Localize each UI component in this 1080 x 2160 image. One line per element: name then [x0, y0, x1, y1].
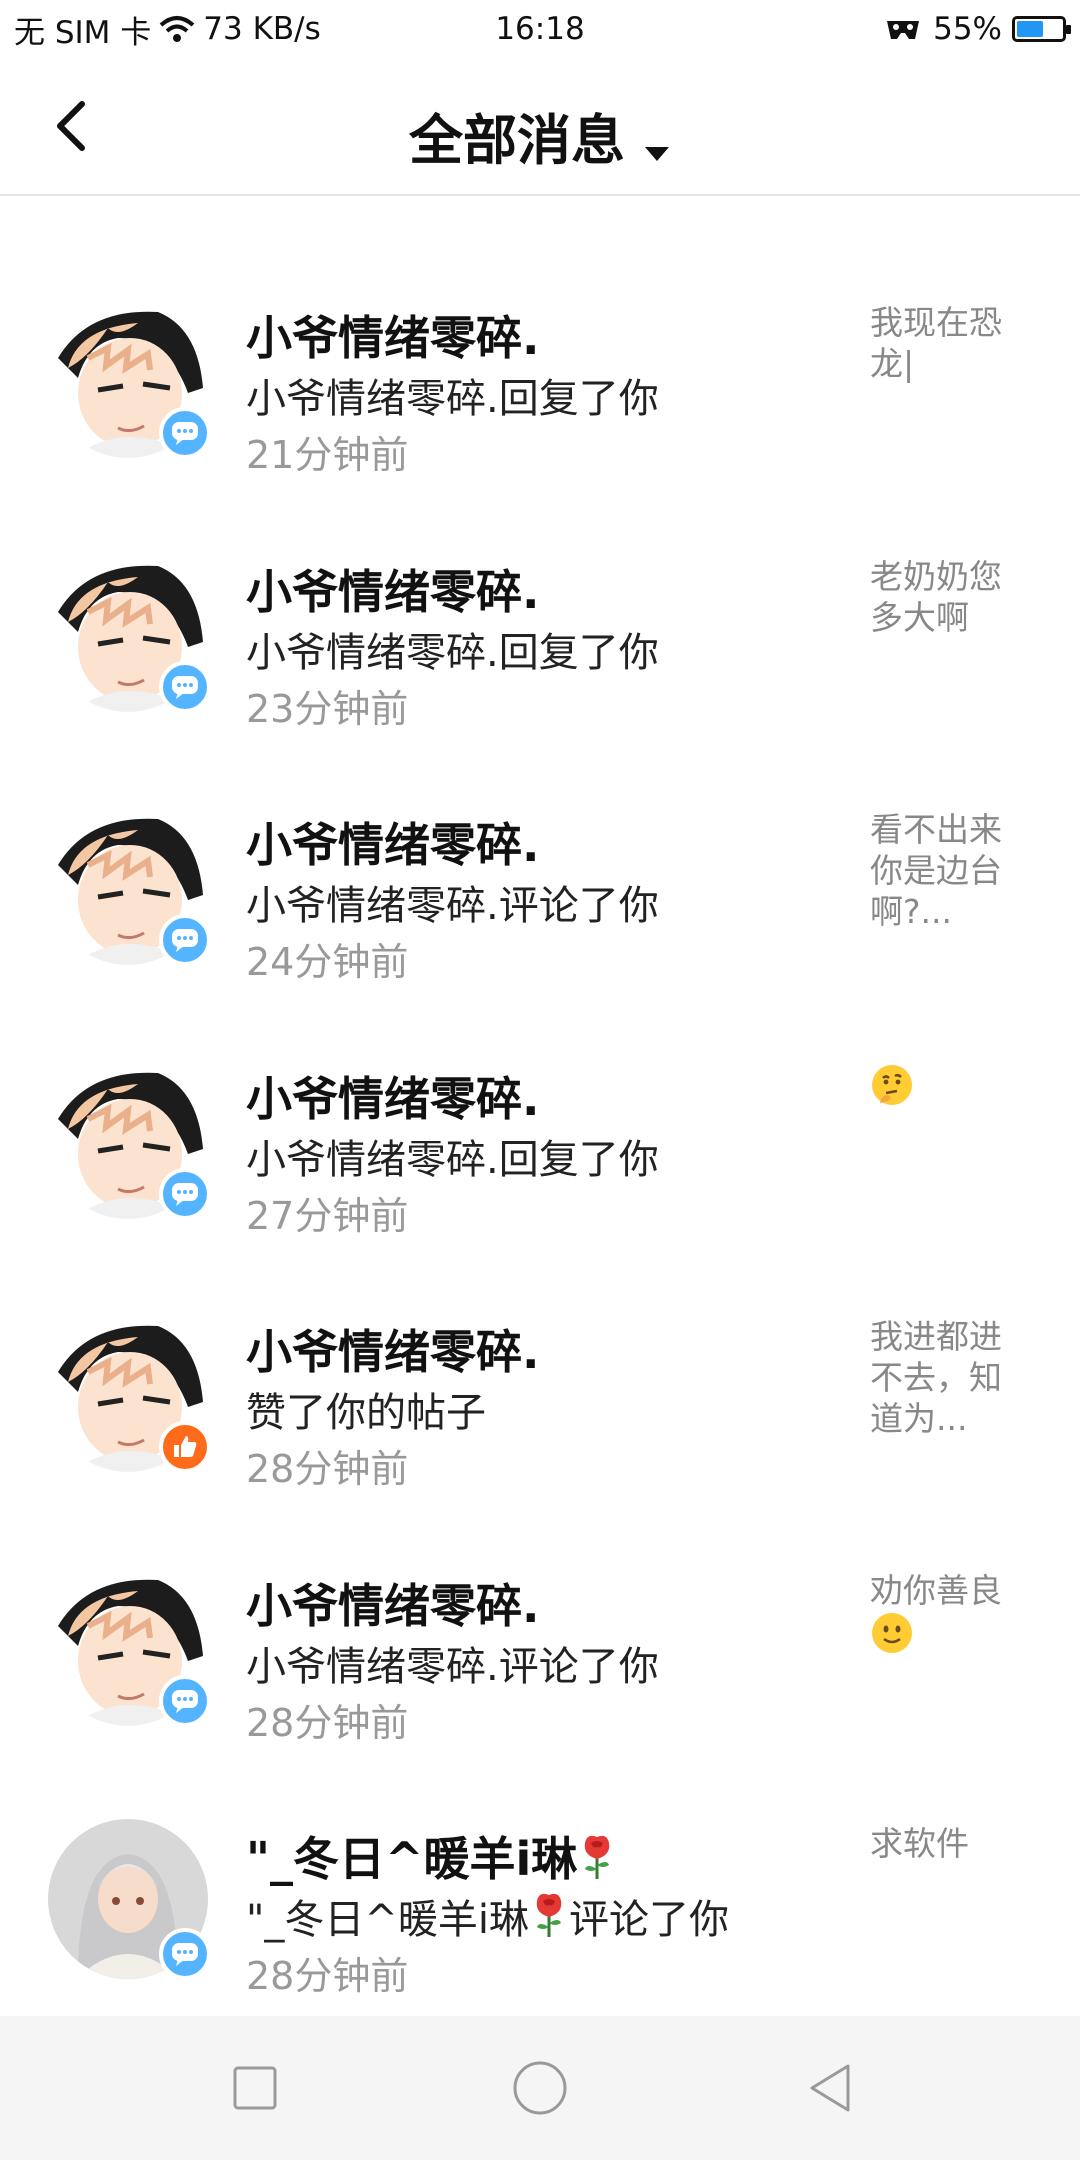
action-text: "_冬日^暖羊i琳 评论了你: [246, 1887, 729, 1945]
circle-icon: [513, 2061, 567, 2115]
battery-icon: [1012, 16, 1071, 42]
sender-name[interactable]: 小爷情绪零碎.: [246, 1316, 539, 1382]
system-back-button[interactable]: [800, 2058, 860, 2118]
content-preview: 我进都进不去，知道为...: [870, 1316, 1020, 1439]
clock-text: 16:18: [495, 11, 585, 47]
timestamp: 28分钟前: [246, 1954, 409, 1998]
sender-name-text: 小爷情绪零碎.: [246, 311, 540, 365]
comment-bubble-icon: [172, 1182, 198, 1206]
system-nav-bar: [0, 2016, 1080, 2160]
timestamp: 21分钟前: [246, 433, 409, 477]
content-preview: 劝你善良: [870, 1570, 1020, 1664]
message-item[interactable]: 小爷情绪零碎. 赞了你的帖子 28分钟前 我进都进不去，知道为...: [0, 1278, 1080, 1531]
sender-name-text: 小爷情绪零碎.: [246, 1071, 540, 1126]
recent-apps-button[interactable]: [225, 2058, 285, 2118]
comment-bubble-icon: [172, 422, 198, 445]
carrier-text: 无 SIM 卡: [14, 14, 152, 51]
comment-badge: [159, 407, 211, 459]
wifi-icon: [159, 16, 195, 42]
action-label: 小爷情绪零碎.评论了你: [246, 883, 659, 929]
action-label: "_冬日^暖羊i琳: [246, 1897, 530, 1943]
comment-bubble-icon: [172, 1689, 198, 1713]
action-label: 小爷情绪零碎.回复了你: [246, 1136, 659, 1183]
content-preview: 老奶奶您多大啊: [870, 556, 1020, 638]
message-item[interactable]: 小爷情绪零碎. 小爷情绪零碎.回复了你 27分钟前: [0, 1025, 1080, 1278]
message-item[interactable]: 小爷情绪零碎. 小爷情绪零碎.回复了你 23分钟前 老奶奶您多大啊: [0, 518, 1080, 771]
caret-down-icon: [643, 113, 671, 176]
rose-icon: [536, 1893, 562, 1937]
sender-name[interactable]: "_冬日^暖羊i琳: [246, 1823, 617, 1889]
message-item[interactable]: "_冬日^暖羊i琳 "_冬日^暖羊i琳 评论了你 28分钟前 求软件: [0, 1785, 1080, 2016]
message-item[interactable]: 小爷情绪零碎. 小爷情绪零碎.评论了你 24分钟前 看不出来你是边台啊?...: [0, 771, 1080, 1024]
timestamp: 28分钟前: [246, 1700, 409, 1745]
comment-badge: [159, 914, 211, 966]
comment-bubble-icon: [172, 675, 198, 699]
action-text: 赞了你的帖子: [246, 1380, 486, 1438]
status-left: 无 SIM 卡 73 KB/s: [14, 7, 321, 52]
action-text: 小爷情绪零碎.回复了你: [246, 620, 659, 678]
sender-name-text: "_冬日^暖羊i琳: [246, 1832, 578, 1886]
sender-name[interactable]: 小爷情绪零碎.: [246, 556, 539, 622]
action-text: 小爷情绪零碎.评论了你: [246, 873, 659, 931]
action-label: 小爷情绪零碎.评论了你: [246, 1643, 659, 1690]
message-filter-dropdown[interactable]: 全部消息: [0, 96, 1080, 176]
header-bar: 全部消息: [0, 58, 1080, 196]
message-item[interactable]: 小爷情绪零碎. 小爷情绪零碎.评论了你 28分钟前 劝你善良: [0, 1532, 1080, 1785]
comment-badge: [159, 1928, 211, 1980]
action-label: 小爷情绪零碎.回复了你: [246, 376, 659, 422]
rose-icon: [585, 1835, 610, 1879]
content-preview: 看不出来你是边台啊?...: [870, 809, 1020, 932]
content-preview: 求软件: [870, 1823, 1020, 1864]
sender-name-text: 小爷情绪零碎.: [246, 1578, 540, 1633]
timestamp: 24分钟前: [246, 940, 409, 984]
thinking-face-icon: [872, 1064, 912, 1105]
content-preview: [870, 1063, 1020, 1116]
smiling-face-icon: [872, 1612, 912, 1653]
thumbs-up-icon: [174, 1436, 197, 1457]
comment-badge: [159, 660, 211, 713]
action-text: 小爷情绪零碎.评论了你: [246, 1634, 659, 1692]
action-label: 赞了你的帖子: [246, 1390, 486, 1436]
sender-name[interactable]: 小爷情绪零碎.: [246, 302, 539, 368]
network-speed-text: 73 KB/s: [203, 11, 321, 47]
preview-text: 看不出来你是边台啊?...: [870, 810, 1002, 931]
action-text: 小爷情绪零碎.回复了你: [246, 1127, 659, 1185]
preview-text: 老奶奶您多大啊: [870, 556, 1002, 637]
like-badge: [159, 1421, 211, 1473]
sender-name-text: 小爷情绪零碎.: [246, 564, 540, 619]
page-title: 全部消息: [409, 109, 625, 172]
action-text: 小爷情绪零碎.回复了你: [246, 366, 659, 424]
status-bar: 无 SIM 卡 73 KB/s 16:18 55%: [0, 0, 1080, 58]
timestamp: 28分钟前: [246, 1447, 409, 1491]
battery-level-fill: [1017, 21, 1044, 37]
sender-name[interactable]: 小爷情绪零碎.: [246, 1570, 539, 1636]
message-list[interactable]: 小爷情绪零碎. 小爷情绪零碎.回复了你 21分钟前 我现在恐龙| 小爷情绪零碎. 小爷情绪…: [0, 198, 1080, 2016]
triangle-back-icon: [810, 2064, 850, 2112]
status-right: 55%: [883, 11, 1071, 47]
preview-text: 我进都进不去，知道为...: [870, 1317, 1002, 1438]
home-button[interactable]: [510, 2058, 570, 2118]
action-label: 小爷情绪零碎.回复了你: [246, 629, 659, 676]
sender-name-text: 小爷情绪零碎.: [246, 1325, 540, 1379]
preview-text: 劝你善良: [870, 1570, 1002, 1610]
preview-text: 求软件: [870, 1824, 969, 1863]
timestamp: 23分钟前: [246, 686, 409, 731]
square-icon: [233, 2066, 277, 2110]
timestamp: 27分钟前: [246, 1193, 409, 1238]
sender-name[interactable]: 小爷情绪零碎.: [246, 1063, 539, 1129]
content-preview: 我现在恐龙|: [870, 302, 1020, 384]
preview-text: 我现在恐龙|: [870, 303, 1002, 383]
comment-bubble-icon: [172, 929, 198, 952]
comment-badge: [159, 1674, 211, 1727]
sender-name[interactable]: 小爷情绪零碎.: [246, 809, 539, 875]
game-mode-icon: [887, 21, 920, 39]
action-suffix: 评论了你: [569, 1897, 730, 1943]
message-item[interactable]: 小爷情绪零碎. 小爷情绪零碎.回复了你 21分钟前 我现在恐龙|: [0, 264, 1080, 517]
battery-percent-text: 55%: [933, 11, 1002, 47]
sender-name-text: 小爷情绪零碎.: [246, 818, 540, 872]
comment-bubble-icon: [172, 1943, 198, 1966]
comment-badge: [159, 1167, 211, 1220]
